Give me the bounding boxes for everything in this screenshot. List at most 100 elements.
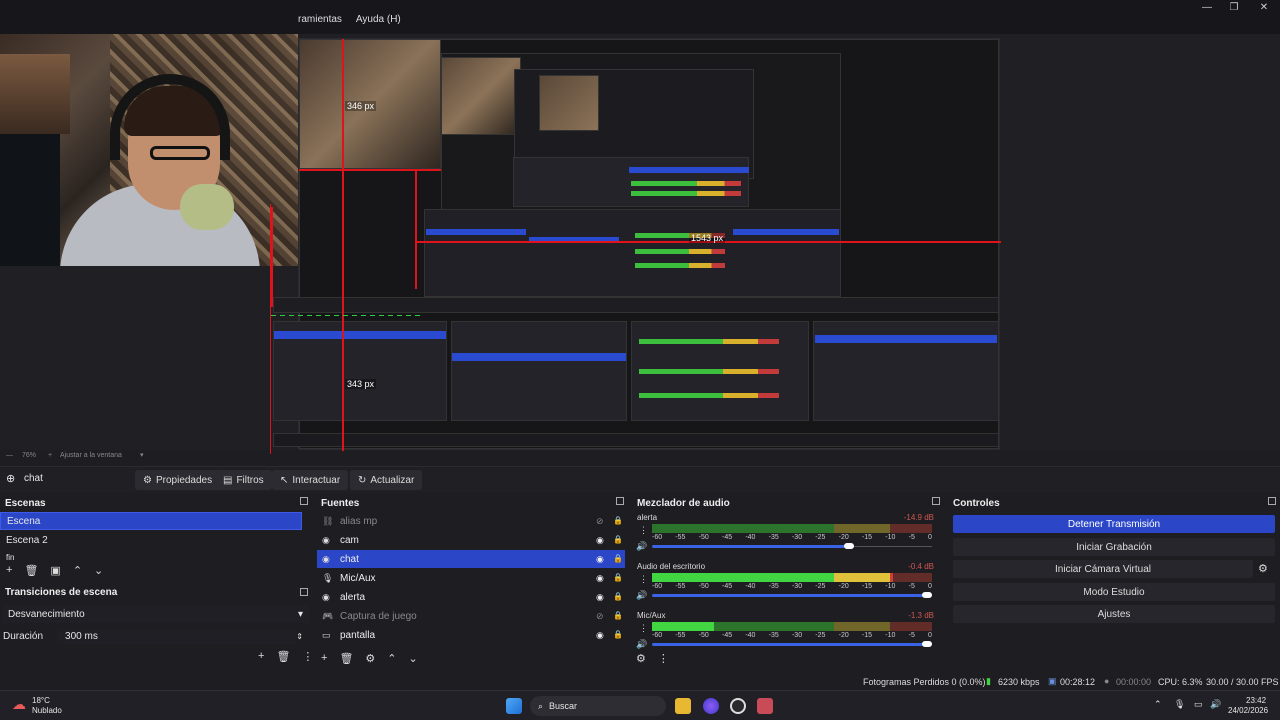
- more-icon[interactable]: ⋮: [658, 652, 669, 665]
- source-item[interactable]: ▭ pantalla ◉ 🔒: [317, 626, 625, 644]
- source-item[interactable]: ⛓ alias mp ⊘ 🔒: [317, 512, 625, 530]
- weather-temp[interactable]: 18°C: [32, 696, 50, 705]
- maximize-button[interactable]: ❐: [1222, 2, 1246, 16]
- gear-icon[interactable]: ⚙: [1258, 562, 1268, 575]
- program-preview[interactable]: 346 px 1543 px 343 px: [0, 34, 1280, 454]
- chrome-icon[interactable]: [730, 698, 746, 714]
- transition-select[interactable]: Desvanecimiento ▾: [3, 605, 309, 623]
- move-down-icon[interactable]: ⌄: [409, 652, 418, 665]
- menu-tools[interactable]: ramientas: [298, 14, 342, 30]
- more-icon[interactable]: ⋮: [639, 525, 648, 536]
- trash-icon[interactable]: 🗑: [24, 564, 38, 577]
- trash-icon[interactable]: 🗑: [339, 652, 353, 665]
- source-item[interactable]: ◉ cam ◉ 🔒: [317, 531, 625, 549]
- source-toolbar: ⊕ chat ⚙ Propiedades ▤ Filtros ↖ Interactua…: [0, 466, 1280, 492]
- add-source-icon[interactable]: +: [321, 652, 327, 665]
- interact-button[interactable]: ↖ Interactuar: [272, 470, 349, 490]
- fit-window-label[interactable]: Ajustar a la ventana: [60, 452, 122, 459]
- dock-float-icon[interactable]: [1268, 497, 1276, 505]
- move-up-icon[interactable]: ⌃: [387, 652, 396, 665]
- source-item[interactable]: ◉ alerta ◉ 🔒: [317, 588, 625, 606]
- dock-float-icon[interactable]: [616, 497, 624, 505]
- clock-time[interactable]: 23:42: [1246, 696, 1266, 705]
- measure-label-bottom: 343 px: [345, 379, 377, 389]
- add-transition-icon[interactable]: +: [258, 650, 264, 663]
- volume-knob[interactable]: [922, 641, 932, 647]
- zoom-plus-icon[interactable]: +: [48, 452, 52, 459]
- chevron-up-icon[interactable]: ⌃: [1154, 699, 1162, 710]
- source-item[interactable]: ◉ chat ◉ 🔒: [317, 550, 625, 568]
- file-explorer-icon[interactable]: [675, 698, 691, 714]
- eye-slash-icon[interactable]: ⊘: [596, 516, 606, 526]
- lock-icon[interactable]: 🔒: [613, 592, 623, 601]
- duration-input[interactable]: 300 ms: [57, 628, 298, 644]
- lock-icon[interactable]: 🔒: [613, 535, 623, 544]
- close-button[interactable]: ✕: [1252, 2, 1276, 16]
- minimize-button[interactable]: —: [1195, 2, 1219, 16]
- lock-icon[interactable]: 🔒: [613, 611, 623, 620]
- source-item[interactable]: 🎙 Mic/Aux ◉ 🔒: [317, 569, 625, 587]
- weather-desc[interactable]: Nublado: [32, 706, 62, 715]
- start-recording-button[interactable]: Iniciar Grabación: [953, 538, 1275, 556]
- mic-icon[interactable]: 🎙: [1174, 699, 1185, 710]
- volume-knob[interactable]: [844, 543, 854, 549]
- eye-icon[interactable]: ◉: [596, 573, 606, 583]
- filters-button[interactable]: ▤ Filtros: [215, 470, 272, 490]
- volume-icon[interactable]: 🔊: [636, 541, 647, 552]
- lock-icon[interactable]: 🔒: [613, 573, 623, 582]
- lock-icon[interactable]: 🔒: [613, 554, 623, 563]
- eye-icon[interactable]: ◉: [596, 535, 606, 545]
- settings-button[interactable]: Ajustes: [953, 605, 1275, 623]
- obs-taskbar-icon[interactable]: [757, 698, 773, 714]
- volume-knob[interactable]: [922, 592, 932, 598]
- scene-item[interactable]: fin: [0, 550, 302, 564]
- eye-icon[interactable]: ◉: [596, 630, 606, 640]
- more-icon[interactable]: ⋮: [302, 650, 313, 663]
- gear-icon[interactable]: ⚙: [365, 652, 375, 665]
- eye-icon[interactable]: ◉: [596, 554, 606, 564]
- search-box[interactable]: ⌕ Buscar: [530, 696, 666, 716]
- move-up-icon[interactable]: ⌃: [73, 564, 82, 577]
- trash-icon[interactable]: 🗑: [276, 650, 290, 663]
- app-icon[interactable]: [703, 698, 719, 714]
- eye-slash-icon[interactable]: ⊘: [596, 611, 606, 621]
- source-item[interactable]: 🎮 Captura de juego ⊘ 🔒: [317, 607, 625, 625]
- refresh-button[interactable]: ↻ Actualizar: [350, 470, 423, 490]
- source-label: Mic/Aux: [340, 572, 376, 584]
- windows-start-icon[interactable]: [506, 698, 522, 714]
- eye-icon[interactable]: ◉: [596, 592, 606, 602]
- dock-float-icon[interactable]: [300, 588, 308, 596]
- menu-help[interactable]: Ayuda (H): [356, 14, 401, 30]
- filter-icon[interactable]: ▣: [50, 564, 60, 577]
- gear-icon[interactable]: ⚙: [636, 652, 646, 665]
- studio-mode-button[interactable]: Modo Estudio: [953, 583, 1275, 601]
- more-icon[interactable]: ⋮: [639, 623, 648, 634]
- add-scene-icon[interactable]: +: [6, 564, 12, 577]
- transition-type: Desvanecimiento: [8, 608, 85, 620]
- properties-button[interactable]: ⚙ Propiedades: [135, 470, 221, 490]
- filter-icon: ▤: [223, 474, 233, 486]
- mixer-title: Mezclador de audio: [637, 498, 730, 509]
- stepper-icon[interactable]: ⇕: [296, 632, 303, 641]
- volume-icon[interactable]: 🔊: [636, 639, 647, 650]
- volume-icon[interactable]: 🔊: [636, 590, 647, 601]
- dock-float-icon[interactable]: [932, 497, 940, 505]
- move-down-icon[interactable]: ⌄: [94, 564, 103, 577]
- start-virtual-camera-button[interactable]: Iniciar Cámara Virtual: [953, 560, 1253, 578]
- scene-item[interactable]: Escena: [0, 512, 302, 530]
- monitor-icon[interactable]: ▭: [1194, 699, 1203, 710]
- dock-float-icon[interactable]: [300, 497, 308, 505]
- lock-icon[interactable]: 🔒: [613, 516, 623, 525]
- volume-icon[interactable]: 🔊: [1210, 699, 1221, 710]
- scene-item[interactable]: Escena 2: [0, 531, 302, 549]
- volume-slider[interactable]: [652, 643, 932, 646]
- volume-slider[interactable]: [652, 545, 854, 548]
- volume-slider[interactable]: [652, 594, 932, 597]
- zoom-minus-icon[interactable]: —: [6, 452, 13, 459]
- chevron-down-icon[interactable]: ▾: [140, 451, 144, 459]
- clock-date[interactable]: 24/02/2026: [1228, 706, 1268, 715]
- stop-stream-button[interactable]: Detener Transmisión: [953, 515, 1275, 533]
- more-icon[interactable]: ⋮: [639, 574, 648, 585]
- lock-icon[interactable]: 🔒: [613, 630, 623, 639]
- mic-icon: 🎙: [322, 572, 334, 583]
